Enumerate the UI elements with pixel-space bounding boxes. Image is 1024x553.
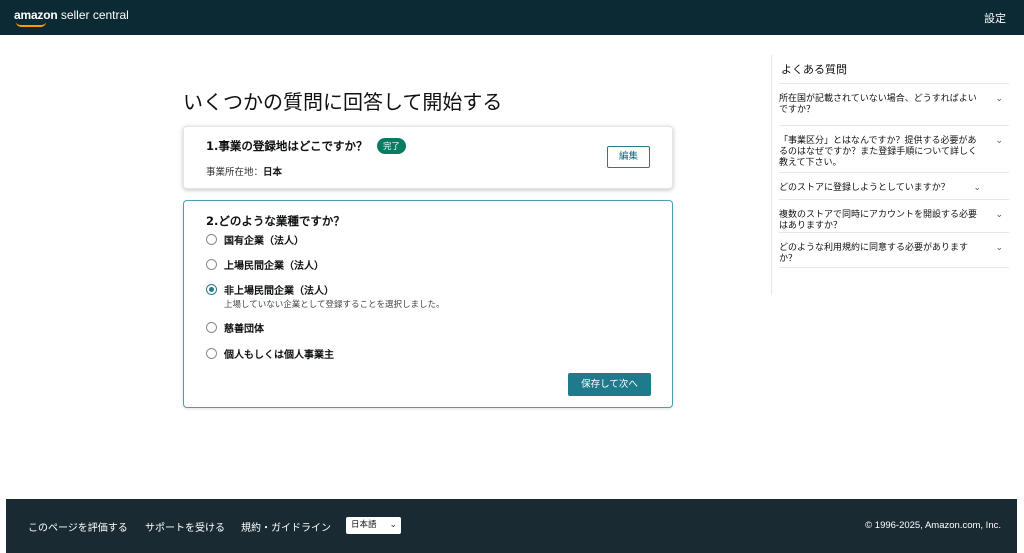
business-location-value: 日本	[263, 167, 283, 178]
faq-question: 「事業区分」とはなんですか？提供する必要があるのはなぜですか？また登録手順につい…	[779, 136, 978, 168]
option-label: 個人もしくは個人事業主	[224, 349, 334, 361]
faq-item[interactable]: 所在国が記載されていない場合、どうすればよいですか？ ⌄	[779, 83, 1009, 120]
faq-item[interactable]: 「事業区分」とはなんですか？提供する必要があるのはなぜですか？また登録手順につい…	[779, 125, 1009, 171]
option-label: 国有企業（法人）	[224, 235, 304, 247]
radio-button-icon[interactable]	[206, 347, 217, 359]
business-type-option-charity[interactable]: 慈善団体	[206, 320, 264, 335]
radio-button-icon[interactable]	[206, 258, 217, 270]
business-type-option-individual[interactable]: 個人もしくは個人事業主	[206, 346, 334, 361]
rate-this-page-link[interactable]: このページを評価する	[28, 519, 128, 534]
terms-guidelines-link[interactable]: 規約・ガイドライン	[241, 519, 331, 534]
faq-divider	[771, 55, 772, 295]
chevron-down-icon[interactable]: ⌄	[995, 94, 1003, 104]
business-location-summary: 事業所在地：日本	[206, 164, 282, 178]
question-2-card: 2.どのような業種ですか？ 国有企業（法人） 上場民間企業（法人） 非上場民間企…	[183, 200, 673, 408]
completed-badge: 完了	[377, 138, 407, 154]
language-select-value: 日本語	[351, 520, 377, 530]
faq-question: どのような利用規約に同意する必要がありますか？	[779, 243, 969, 264]
faq-question: 所在国が記載されていない場合、どうすればよいですか？	[779, 94, 977, 115]
page-title: いくつかの質問に回答して開始する	[183, 90, 503, 114]
business-type-option-private-company[interactable]: 非上場民間企業（法人）	[206, 282, 334, 297]
faq-title: よくある質問	[781, 63, 847, 76]
question-1-title: 1.事業の登録地はどこですか？	[206, 139, 368, 153]
faq-question: 複数のストアで同時にアカウントを開設する必要はありますか？	[779, 210, 978, 231]
faq-item[interactable]: 複数のストアで同時にアカウントを開設する必要はありますか？ ⌄	[779, 199, 1009, 231]
chevron-down-icon[interactable]: ⌄	[995, 136, 1003, 146]
question-1-card: 1.事業の登録地はどこですか？ 完了 事業所在地：日本 編集	[183, 126, 673, 189]
chevron-down-icon[interactable]: ⌄	[973, 183, 981, 193]
radio-button-icon[interactable]	[206, 233, 217, 245]
footer: このページを評価する サポートを受ける 規約・ガイドライン 日本語 ⌄ © 19…	[6, 499, 1017, 553]
top-navigation-bar: amazon seller central 設定	[0, 0, 1024, 35]
radio-button-icon[interactable]	[206, 321, 217, 333]
faq-question: どのストアに登録しようとしていますか？	[779, 183, 950, 193]
get-support-link[interactable]: サポートを受ける	[145, 519, 225, 534]
chevron-down-icon[interactable]: ⌄	[995, 210, 1003, 220]
faq-item[interactable]: どのような利用規約に同意する必要がありますか？ ⌄	[779, 232, 1009, 268]
faq-item[interactable]: どのストアに登録しようとしていますか？ ⌄	[779, 172, 1009, 196]
business-type-option-state-owned[interactable]: 国有企業（法人）	[206, 232, 304, 247]
logo-product-text: seller central	[57, 8, 129, 22]
amazon-seller-central-logo[interactable]: amazon seller central	[14, 8, 129, 27]
chevron-down-icon: ⌄	[389, 520, 397, 530]
option-label: 非上場民間企業（法人）	[224, 285, 334, 297]
selected-option-note: 上場していない企業として登録することを選択しました。	[224, 300, 445, 310]
edit-button[interactable]: 編集	[607, 146, 650, 168]
option-label: 慈善団体	[224, 323, 264, 335]
logo-brand-text: amazon	[14, 8, 58, 22]
settings-link[interactable]: 設定	[984, 10, 1006, 26]
radio-button-selected-icon[interactable]	[206, 283, 217, 295]
amazon-smile-icon	[16, 22, 46, 27]
language-select[interactable]: 日本語 ⌄	[346, 517, 401, 534]
business-location-label: 事業所在地：	[206, 167, 264, 178]
option-label: 上場民間企業（法人）	[224, 260, 324, 272]
question-2-title: 2.どのような業種ですか？	[206, 214, 345, 228]
save-and-continue-button[interactable]: 保存して次へ	[568, 373, 651, 396]
chevron-down-icon[interactable]: ⌄	[995, 243, 1003, 253]
copyright-text: © 1996-2025, Amazon.com, Inc.	[865, 520, 1001, 531]
business-type-option-public-company[interactable]: 上場民間企業（法人）	[206, 257, 324, 272]
